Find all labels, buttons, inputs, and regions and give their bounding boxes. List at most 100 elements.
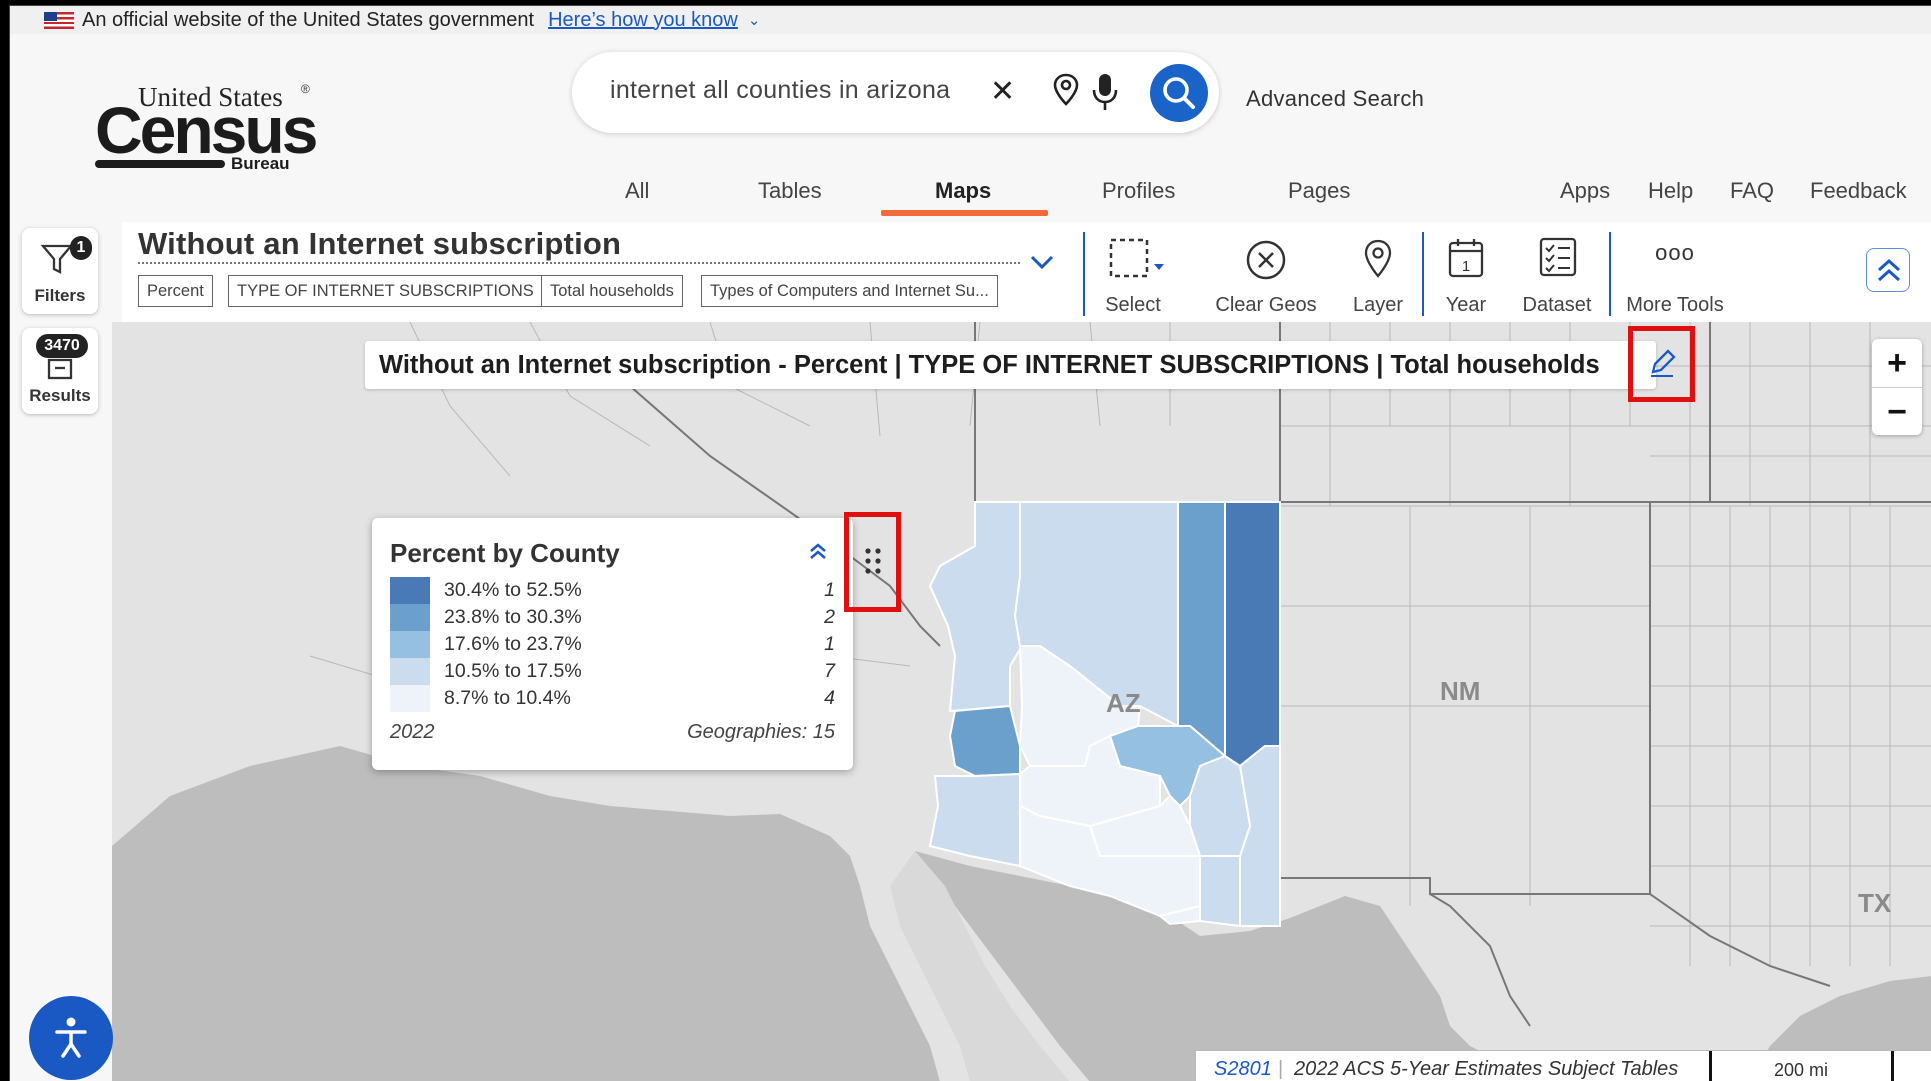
results-archive-icon [47, 358, 73, 380]
filters-count-badge: 1 [70, 236, 92, 260]
filters-label: Filters [34, 286, 86, 305]
select-tool[interactable]: Select [1087, 236, 1179, 322]
microphone-icon[interactable] [1090, 72, 1120, 112]
legend-range: 10.5% to 17.5% [444, 660, 582, 682]
layer-pin-icon [1364, 239, 1392, 278]
edit-pencil-icon[interactable] [1647, 346, 1677, 380]
results-button[interactable]: 3470 Results [22, 328, 98, 414]
search-input[interactable]: internet all counties in arizona [610, 76, 960, 105]
help-link[interactable]: Help [1648, 178, 1693, 204]
state-label-az: AZ [1106, 688, 1141, 718]
select-icon [1109, 238, 1164, 278]
filter-funnel-icon [40, 244, 74, 274]
county-navajo[interactable] [1177, 501, 1226, 759]
table-id-link[interactable]: S2801 [1214, 1058, 1272, 1081]
tab-tables[interactable]: Tables [758, 178, 822, 204]
legend-swatch [390, 631, 430, 658]
tab-maps[interactable]: Maps [935, 178, 991, 204]
location-pin-icon[interactable] [1051, 72, 1081, 108]
legend-range: 23.8% to 30.3% [444, 606, 582, 628]
more-tools-label: More Tools [1626, 294, 1724, 316]
map-toolbar: Without an Internet subscription Percent… [122, 222, 1931, 322]
clear-geos-label: Clear Geos [1215, 294, 1317, 316]
legend-row: 17.6% to 23.7% 1 [390, 631, 835, 658]
more-tools[interactable]: ooo More Tools [1620, 236, 1730, 322]
legend-title: Percent by County [390, 538, 620, 568]
toolbar-divider [1083, 232, 1085, 316]
legend-row: 23.8% to 30.3% 2 [390, 604, 835, 631]
legend-collapse-icon[interactable] [806, 540, 830, 564]
year-label: Year [1445, 294, 1487, 316]
legend-count: 1 [824, 579, 835, 601]
dataset-tool[interactable]: Dataset [1514, 236, 1600, 322]
gov-banner-text: An official website of the United States… [82, 8, 535, 31]
scale-label: 200 mi [1774, 1060, 1829, 1080]
legend-swatch [390, 685, 430, 712]
title-dotted-underline [138, 262, 1020, 264]
gov-banner: An official website of the United States… [10, 6, 1931, 34]
clear-geos-tool[interactable]: Clear Geos [1206, 236, 1326, 322]
tab-profiles[interactable]: Profiles [1102, 178, 1175, 204]
accessibility-icon [55, 1017, 87, 1058]
faq-link[interactable]: FAQ [1730, 178, 1774, 204]
accessibility-button[interactable] [29, 996, 113, 1080]
chip-percent[interactable]: Percent [138, 275, 213, 307]
zoom-controls: + − [1872, 339, 1922, 435]
census-logo[interactable]: United States ® Census Bureau [85, 78, 318, 178]
legend-range: 17.6% to 23.7% [444, 633, 582, 655]
active-tab-indicator [881, 210, 1048, 216]
county-la-paz[interactable] [948, 704, 1021, 778]
legend-swatch [390, 658, 430, 685]
state-label-tx: TX [1858, 888, 1892, 918]
source-text: 2022 ACS 5-Year Estimates Subject Tables [1294, 1058, 1679, 1080]
chip-types-of-computers[interactable]: Types of Computers and Internet Su... [701, 275, 998, 307]
advanced-search-link[interactable]: Advanced Search [1246, 86, 1424, 112]
legend-swatch [390, 604, 430, 631]
chevron-down-icon[interactable]: ⌄ [748, 11, 761, 29]
calendar-icon: 1 [1448, 239, 1484, 278]
zoom-in-button[interactable]: + [1872, 339, 1922, 387]
legend-panel: Percent by County 30.4% to 52.5% 1 23.8%… [372, 518, 853, 770]
toolbar-divider [1422, 232, 1424, 316]
zoom-out-button[interactable]: − [1872, 387, 1922, 435]
map-title-bar: Without an Internet subscription - Perce… [365, 341, 1656, 389]
county-apache[interactable] [1224, 501, 1281, 768]
scale-bar-right [1891, 1051, 1894, 1081]
toolbar-divider [1609, 232, 1611, 316]
chip-total-households[interactable]: Total households [541, 275, 683, 307]
scale-bar-left [1709, 1051, 1712, 1081]
search-button[interactable] [1150, 64, 1208, 122]
clear-search-icon[interactable]: ✕ [990, 74, 1015, 109]
double-chevron-up-icon [1877, 258, 1901, 282]
legend-row: 10.5% to 17.5% 7 [390, 658, 835, 685]
collapse-toolbar-button[interactable] [1866, 248, 1910, 292]
county-cochise[interactable] [1199, 855, 1241, 928]
legend-count: 7 [824, 660, 835, 682]
legend-swatch [390, 577, 430, 604]
legend-row: 30.4% to 52.5% 1 [390, 577, 835, 604]
chevron-down-icon[interactable] [1028, 252, 1056, 272]
chip-type-of-internet[interactable]: TYPE OF INTERNET SUBSCRIPTIONS [228, 275, 543, 307]
legend-geographies: Geographies: 15 [687, 721, 835, 743]
legend-count: 1 [824, 633, 835, 655]
year-tool[interactable]: 1 Year [1434, 236, 1498, 322]
tab-pages[interactable]: Pages [1288, 178, 1350, 204]
drag-handle-icon[interactable] [863, 546, 883, 576]
feedback-link[interactable]: Feedback [1810, 178, 1907, 204]
source-bar: S2801 | 2022 ACS 5-Year Estimates Subjec… [1196, 1050, 1931, 1081]
map-variable-title[interactable]: Without an Internet subscription [138, 226, 621, 262]
apps-link[interactable]: Apps [1560, 178, 1610, 204]
heres-how-you-know-link[interactable]: Here’s how you know [548, 9, 738, 32]
logo-bureau: Bureau [231, 154, 290, 173]
more-dots-icon: ooo [1655, 240, 1695, 265]
browser-page: An official website of the United States… [9, 5, 1931, 1081]
filters-button[interactable]: 1 Filters [22, 228, 98, 314]
tab-all[interactable]: All [625, 178, 649, 204]
county-graham[interactable] [1189, 754, 1252, 857]
layer-label: Layer [1352, 294, 1404, 316]
select-label: Select [1105, 294, 1161, 316]
legend-count: 4 [824, 687, 835, 709]
logo-underline [95, 160, 225, 168]
legend-range: 8.7% to 10.4% [444, 687, 571, 709]
layer-tool[interactable]: Layer [1338, 236, 1418, 322]
